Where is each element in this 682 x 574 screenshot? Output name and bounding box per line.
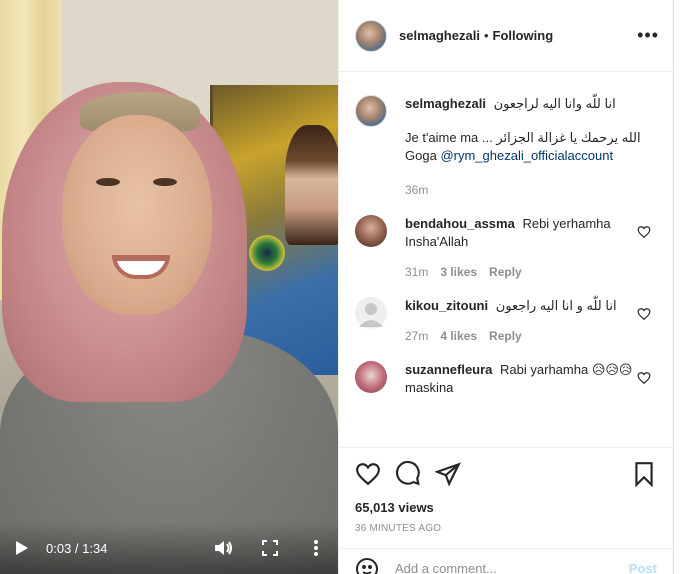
header-username[interactable]: selmaghezali (399, 28, 480, 43)
comment-input[interactable] (395, 561, 629, 574)
share-icon[interactable] (435, 461, 461, 487)
comment-likes[interactable]: 4 likes (440, 327, 477, 345)
comment-username[interactable]: bendahou_assma (405, 216, 515, 231)
avatar[interactable] (355, 19, 387, 52)
comment-reply-button[interactable]: Reply (489, 263, 522, 281)
more-vertical-icon[interactable] (306, 538, 326, 558)
emoji-icon[interactable] (355, 557, 379, 574)
comment-icon[interactable] (395, 461, 421, 487)
comment-username[interactable]: kikou_zitouni (405, 298, 488, 313)
heart-icon[interactable] (637, 225, 651, 239)
painting-peacock-eye (249, 235, 285, 271)
play-icon[interactable] (12, 538, 32, 558)
more-options-icon[interactable]: ••• (637, 25, 659, 46)
avatar[interactable] (355, 361, 387, 393)
video-person-eye-left (96, 178, 120, 186)
post-actions: 65,013 views 36 MINUTES AGO (339, 447, 673, 534)
comment-item: bendahou_assma Rebi yerhamha Insha'Allah… (355, 215, 659, 281)
heart-icon[interactable] (637, 307, 651, 321)
comment-time[interactable]: 27m (405, 327, 428, 345)
views-count[interactable]: 65,013 views (355, 500, 657, 515)
painting-figure (285, 125, 338, 245)
caption-time[interactable]: 36m (405, 181, 428, 199)
add-comment-bar: Post (339, 548, 673, 574)
header-separator: • (483, 28, 489, 43)
post-header: selmaghezali • Following ••• (339, 0, 673, 72)
post-timestamp[interactable]: 36 MINUTES AGO (355, 523, 657, 534)
comment-username[interactable]: suzannefleura (405, 362, 492, 377)
comment-reply-button[interactable]: Reply (489, 327, 522, 345)
caption-username[interactable]: selmaghezali (405, 96, 486, 111)
following-button[interactable]: Following (493, 28, 554, 43)
heart-icon[interactable] (355, 461, 381, 487)
comments-list[interactable]: selmaghezali انا للّه وانا اليه لراجعون … (339, 73, 673, 447)
video-player[interactable]: 0:03 / 1:34 (0, 0, 338, 574)
volume-icon[interactable] (214, 538, 234, 558)
comment-likes[interactable]: 3 likes (440, 263, 477, 281)
comment-text: انا للّه و انا اليه راجعون (495, 298, 617, 313)
avatar[interactable] (355, 215, 387, 247)
caption-line-1: انا للّه وانا اليه لراجعون (493, 96, 616, 111)
video-person-eye-right (153, 178, 177, 186)
avatar[interactable] (355, 95, 387, 127)
comment-item: suzannefleura Rabi yarhamha 😥😥😥 maskina (355, 361, 659, 397)
comment-item: kikou_zitouni انا للّه و انا اليه راجعون… (355, 297, 659, 345)
post-button[interactable]: Post (629, 561, 657, 574)
post-panel: selmaghezali • Following ••• selmaghezal… (338, 0, 674, 574)
bookmark-icon[interactable] (631, 461, 657, 487)
fullscreen-icon[interactable] (260, 538, 280, 558)
video-time: 0:03 / 1:34 (46, 540, 108, 556)
video-controls: 0:03 / 1:34 (0, 522, 338, 574)
comment-time[interactable]: 31m (405, 263, 428, 281)
heart-icon[interactable] (637, 371, 651, 385)
video-person-face (62, 115, 212, 315)
avatar[interactable] (355, 297, 387, 329)
caption: selmaghezali انا للّه وانا اليه لراجعون … (355, 95, 659, 199)
caption-mention-link[interactable]: @rym_ghezali_officialaccount (440, 148, 613, 163)
